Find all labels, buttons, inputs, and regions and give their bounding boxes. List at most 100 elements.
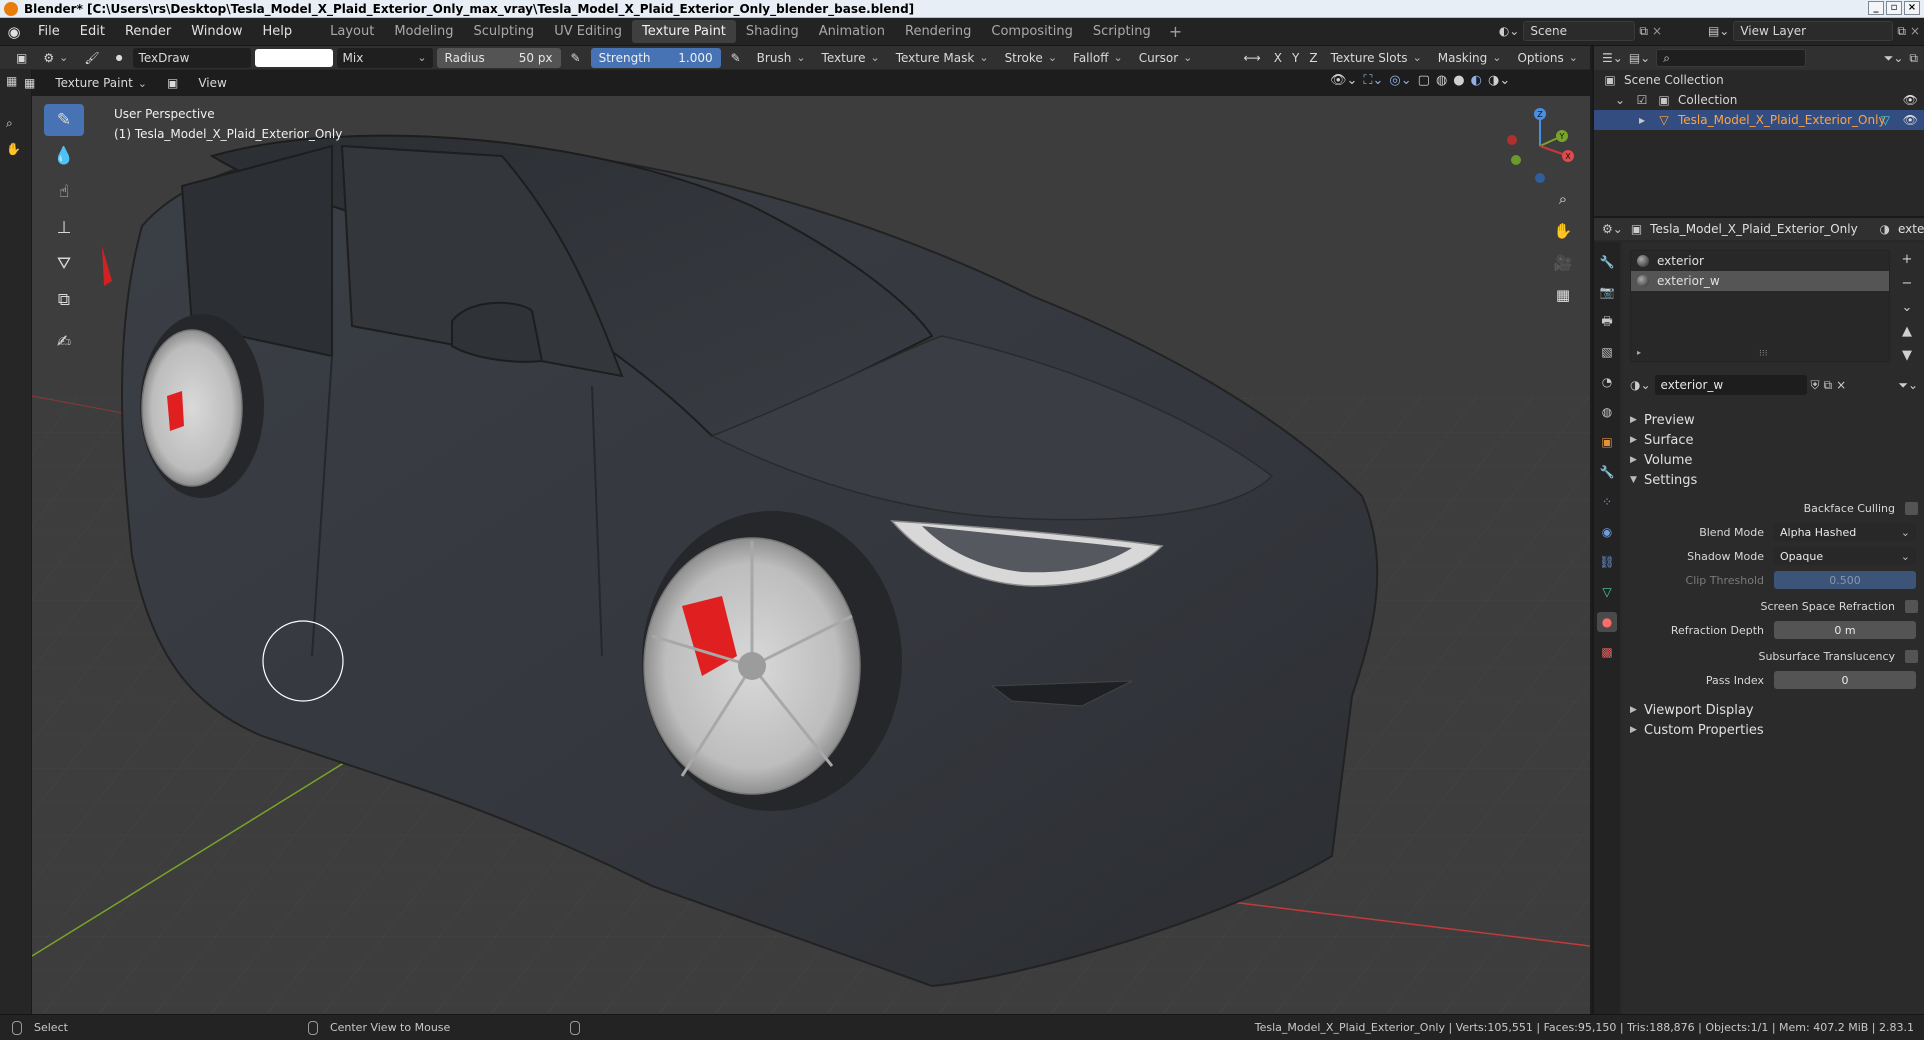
tab-rendering[interactable]: Rendering: [895, 20, 981, 43]
brush-icon[interactable]: 🖌: [78, 48, 105, 68]
remove-scene-icon[interactable]: ×: [1652, 24, 1662, 38]
strength-slider[interactable]: Strength 1.000: [590, 47, 721, 68]
restore-button[interactable]: ▫: [1886, 1, 1902, 15]
scene-field[interactable]: Scene: [1523, 21, 1636, 41]
gizmo-toggle-icon[interactable]: ⛶⌄: [1363, 73, 1383, 88]
toggle-paint-mask-icon[interactable]: ▣: [161, 73, 184, 93]
menu-render[interactable]: Render: [115, 24, 181, 39]
tool-tab-icon[interactable]: 🔧: [1597, 252, 1617, 272]
slot-specials-icon[interactable]: ⌄: [1898, 300, 1916, 318]
texture-slots-menu[interactable]: Texture Slots: [1325, 48, 1428, 68]
filter-icon[interactable]: ⏷⌄: [1884, 51, 1904, 66]
new-collection-icon[interactable]: ⧉: [1909, 51, 1918, 66]
options-menu[interactable]: Options: [1511, 48, 1584, 68]
expand-arrow-icon[interactable]: ⌄: [1612, 93, 1628, 107]
cursor-menu[interactable]: Cursor: [1133, 48, 1199, 68]
rendered-shading-icon[interactable]: ◑⌄: [1488, 73, 1510, 88]
menu-file[interactable]: File: [28, 24, 70, 39]
clone-icon[interactable]: ⊥: [44, 212, 84, 244]
unlink-material-icon[interactable]: ×: [1836, 378, 1846, 392]
3d-viewport[interactable]: [32, 96, 1590, 1014]
visibility-icon[interactable]: 👁⌄: [1330, 73, 1357, 88]
section-viewport-display[interactable]: ▶ Viewport Display: [1630, 700, 1918, 720]
view-menu[interactable]: View: [192, 73, 232, 93]
zoom-icon[interactable]: ⌕: [1552, 188, 1574, 210]
constraints-tab-icon[interactable]: ⛓: [1597, 552, 1617, 572]
outliner-object-row[interactable]: ▸ ▽ Tesla_Model_X_Plaid_Exterior_Only ▽ …: [1594, 110, 1924, 130]
tab-modeling[interactable]: Modeling: [384, 20, 463, 43]
blender-menu-icon[interactable]: ◉: [0, 18, 28, 46]
smear-icon[interactable]: ☝: [44, 176, 84, 208]
material-tab-icon[interactable]: ●: [1597, 612, 1617, 632]
particles-tab-icon[interactable]: ⁘: [1597, 492, 1617, 512]
tab-scripting[interactable]: Scripting: [1083, 20, 1161, 43]
section-surface[interactable]: ▶ Surface: [1630, 430, 1918, 450]
physics-tab-icon[interactable]: ◉: [1597, 522, 1617, 542]
new-scene-icon[interactable]: ⧉: [1639, 24, 1648, 39]
render-tab-icon[interactable]: 📷: [1597, 282, 1617, 302]
brush-color-swatch[interactable]: [254, 48, 333, 67]
editor-type-icon[interactable]: ▣: [10, 48, 33, 68]
brush-dot-icon[interactable]: ●: [110, 48, 129, 68]
outliner-search-input[interactable]: ⌕: [1656, 49, 1807, 67]
draw-brush-icon[interactable]: ✎: [44, 104, 84, 136]
texture-mask-menu[interactable]: Texture Mask: [890, 48, 995, 68]
add-slot-icon[interactable]: +: [1898, 252, 1916, 270]
screen-space-refraction-checkbox[interactable]: [1905, 599, 1918, 613]
scene-icon[interactable]: ◐⌄: [1499, 24, 1520, 38]
brush-menu[interactable]: Brush: [751, 48, 812, 68]
material-name-field[interactable]: exterior_w: [1654, 375, 1807, 395]
masking-menu[interactable]: Masking: [1432, 48, 1508, 68]
navigation-gizmo[interactable]: Z Y X: [1500, 104, 1580, 186]
view-layer-tab-icon[interactable]: ▧: [1597, 342, 1617, 362]
radius-pressure-icon[interactable]: ✎: [565, 48, 587, 68]
fill-icon[interactable]: ⛛: [44, 248, 84, 280]
material-shading-icon[interactable]: ◐: [1471, 73, 1482, 88]
soften-icon[interactable]: 💧: [44, 140, 84, 172]
collapse-arrow-icon[interactable]: ▸: [1634, 113, 1650, 127]
section-volume[interactable]: ▶ Volume: [1630, 450, 1918, 470]
refraction-depth-field[interactable]: 0 m: [1774, 621, 1916, 639]
display-mode-icon[interactable]: ▤⌄: [1629, 51, 1650, 65]
fake-user-icon[interactable]: ⛨: [1811, 378, 1820, 393]
tab-animation[interactable]: Animation: [809, 20, 895, 43]
blend-mode-dropdown[interactable]: Mix: [336, 47, 433, 68]
object-tab-icon[interactable]: ▣: [1597, 432, 1617, 452]
blend-mode-select[interactable]: Alpha Hashed: [1774, 523, 1916, 541]
camera-view-icon[interactable]: 🎥: [1552, 252, 1574, 274]
tab-shading[interactable]: Shading: [736, 20, 809, 43]
section-settings[interactable]: ▼ Settings: [1630, 470, 1918, 490]
tab-texture-paint[interactable]: Texture Paint: [632, 20, 736, 43]
falloff-menu[interactable]: Falloff: [1067, 48, 1129, 68]
tool-options-icon[interactable]: ⚙: [37, 48, 74, 68]
mask-icon[interactable]: ⧉: [44, 284, 84, 316]
overlay-toggle-icon[interactable]: ◎⌄: [1389, 73, 1411, 88]
remove-view-layer-icon[interactable]: ×: [1910, 24, 1920, 38]
remove-slot-icon[interactable]: −: [1898, 276, 1916, 294]
view-layer-field[interactable]: View Layer: [1733, 21, 1894, 41]
close-button[interactable]: ×: [1904, 1, 1920, 15]
link-dropdown-icon[interactable]: ⏷⌄: [1898, 378, 1918, 393]
minimize-button[interactable]: _: [1868, 1, 1884, 15]
menu-window[interactable]: Window: [181, 24, 252, 39]
move-slot-down-icon[interactable]: ▼: [1898, 348, 1916, 366]
outliner-collection[interactable]: ⌄ ☑ ▣ Collection 👁: [1594, 90, 1924, 110]
texture-tab-icon[interactable]: ▩: [1597, 642, 1617, 662]
stroke-menu[interactable]: Stroke: [999, 48, 1063, 68]
modifier-tab-icon[interactable]: 🔧: [1597, 462, 1617, 482]
tab-layout[interactable]: Layout: [320, 20, 384, 43]
brush-name-field[interactable]: TexDraw: [132, 47, 251, 68]
pan-tool-icon[interactable]: ✋: [6, 142, 21, 156]
xray-toggle-icon[interactable]: ▢: [1418, 73, 1430, 88]
eye-icon[interactable]: 👁: [1903, 93, 1918, 107]
tab-sculpting[interactable]: Sculpting: [463, 20, 544, 43]
object-eye-icon[interactable]: 👁: [1903, 113, 1918, 127]
add-workspace-button[interactable]: +: [1161, 22, 1190, 41]
tab-compositing[interactable]: Compositing: [981, 20, 1083, 43]
new-view-layer-icon[interactable]: ⧉: [1897, 24, 1906, 39]
subsurface-translucency-checkbox[interactable]: [1905, 649, 1918, 663]
material-browse-icon[interactable]: ◑⌄: [1630, 378, 1651, 392]
symmetry-icon[interactable]: ⟷: [1238, 48, 1267, 68]
data-tab-icon[interactable]: ▽: [1597, 582, 1617, 602]
resize-grip-icon[interactable]: ⁝⁝⁝: [1759, 349, 1768, 359]
